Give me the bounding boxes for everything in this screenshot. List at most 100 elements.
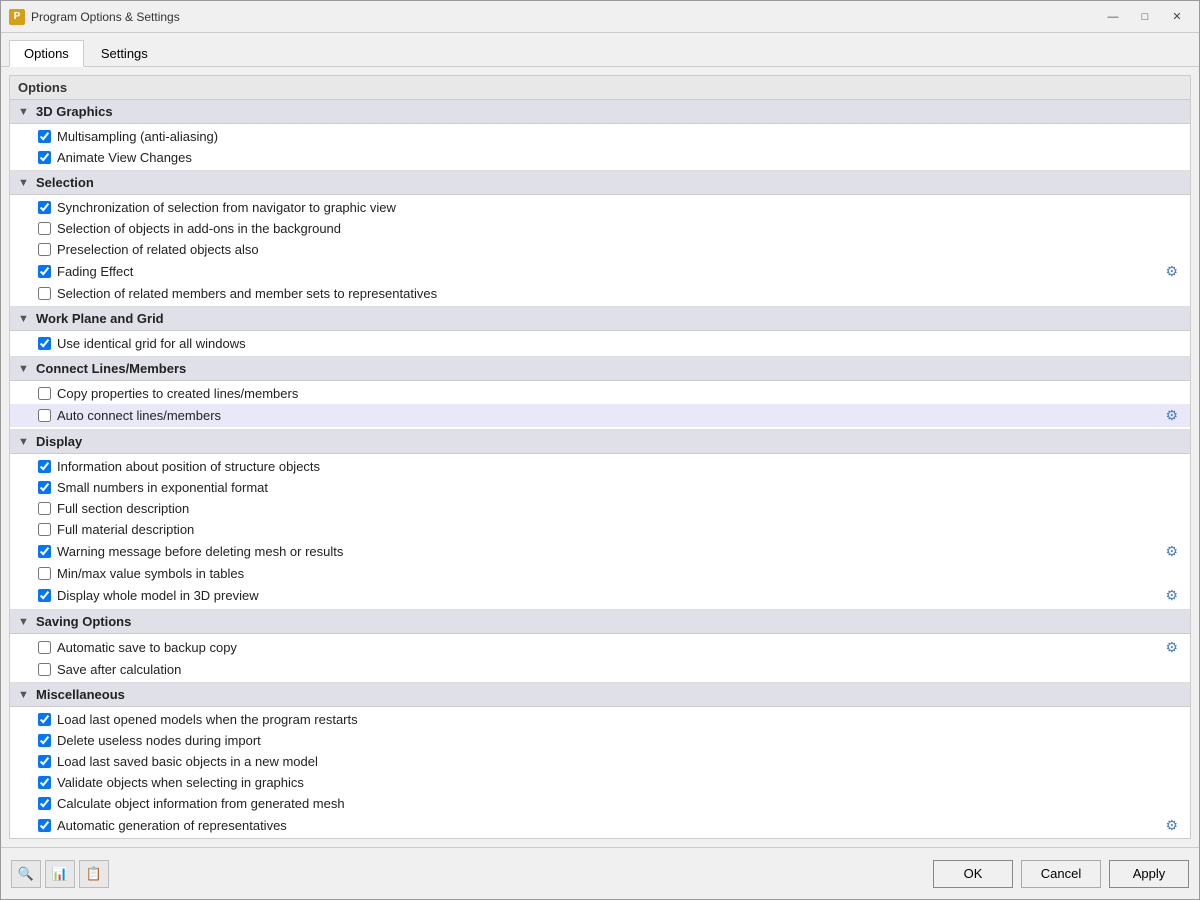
section-items-misc: Load last opened models when the program… — [10, 707, 1190, 839]
checkbox-validate-objects[interactable] — [38, 776, 51, 789]
section-label-3d: 3D Graphics — [36, 104, 113, 119]
option-copy-properties: Copy properties to created lines/members — [10, 383, 1190, 404]
checkbox-calc-object-info[interactable] — [38, 797, 51, 810]
tabs-bar: Options Settings — [1, 33, 1199, 67]
label-full-material: Full material description — [57, 522, 194, 537]
section-items-3d: Multisampling (anti-aliasing) Animate Vi… — [10, 124, 1190, 170]
label-small-numbers: Small numbers in exponential format — [57, 480, 268, 495]
gear-icon-auto-save[interactable]: ⚙ — [1157, 639, 1178, 656]
option-load-last-models: Load last opened models when the program… — [10, 709, 1190, 730]
checkbox-warning-message[interactable] — [38, 545, 51, 558]
label-auto-save: Automatic save to backup copy — [57, 640, 237, 655]
checkbox-animate-view[interactable] — [38, 151, 51, 164]
checkbox-delete-nodes[interactable] — [38, 734, 51, 747]
option-info-position: Information about position of structure … — [10, 456, 1190, 477]
tab-options[interactable]: Options — [9, 40, 84, 67]
section-label-work-plane: Work Plane and Grid — [36, 311, 164, 326]
label-select-addons: Selection of objects in add-ons in the b… — [57, 221, 341, 236]
option-auto-connect: Auto connect lines/members ⚙ — [10, 404, 1190, 427]
option-full-section: Full section description — [10, 498, 1190, 519]
checkbox-sync-selection[interactable] — [38, 201, 51, 214]
option-animate-view: Animate View Changes — [10, 147, 1190, 168]
section-selection: ▼ Selection Synchronization of selection… — [10, 171, 1190, 307]
section-header-saving[interactable]: ▼ Saving Options — [10, 610, 1190, 634]
copy-tool-button[interactable]: 📋 — [79, 860, 109, 888]
apply-button[interactable]: Apply — [1109, 860, 1189, 888]
section-header-miscellaneous[interactable]: ▼ Miscellaneous — [10, 683, 1190, 707]
checkbox-info-position[interactable] — [38, 460, 51, 473]
option-preselect-related: Preselection of related objects also — [10, 239, 1190, 260]
option-validate-objects: Validate objects when selecting in graph… — [10, 772, 1190, 793]
checkbox-full-section[interactable] — [38, 502, 51, 515]
label-copy-properties: Copy properties to created lines/members — [57, 386, 298, 401]
cancel-button[interactable]: Cancel — [1021, 860, 1101, 888]
checkbox-multisampling[interactable] — [38, 130, 51, 143]
section-display: ▼ Display Information about position of … — [10, 430, 1190, 610]
section-header-work-plane[interactable]: ▼ Work Plane and Grid — [10, 307, 1190, 331]
panel-header: Options — [10, 76, 1190, 100]
table-tool-button[interactable]: 📊 — [45, 860, 75, 888]
checkbox-select-members[interactable] — [38, 287, 51, 300]
option-select-addons: Selection of objects in add-ons in the b… — [10, 218, 1190, 239]
gear-icon-warning[interactable]: ⚙ — [1157, 543, 1178, 560]
gear-icon-auto-gen-reps[interactable]: ⚙ — [1157, 817, 1178, 834]
gear-icon-fading[interactable]: ⚙ — [1157, 263, 1178, 280]
checkbox-small-numbers[interactable] — [38, 481, 51, 494]
label-identical-grid: Use identical grid for all windows — [57, 336, 246, 351]
ok-button[interactable]: OK — [933, 860, 1013, 888]
checkbox-minmax-symbols[interactable] — [38, 567, 51, 580]
checkbox-load-last-models[interactable] — [38, 713, 51, 726]
checkbox-copy-properties[interactable] — [38, 387, 51, 400]
section-3d-graphics: ▼ 3D Graphics Multisampling (anti-aliasi… — [10, 100, 1190, 171]
checkbox-preselect-related[interactable] — [38, 243, 51, 256]
tab-settings[interactable]: Settings — [86, 40, 163, 67]
option-calc-object-info: Calculate object information from genera… — [10, 793, 1190, 814]
minimize-button[interactable]: — — [1099, 7, 1127, 27]
option-display-3d: Display whole model in 3D preview ⚙ — [10, 584, 1190, 607]
label-animate-view: Animate View Changes — [57, 150, 192, 165]
label-validate-objects: Validate objects when selecting in graph… — [57, 775, 304, 790]
section-header-display[interactable]: ▼ Display — [10, 430, 1190, 454]
main-content: Options ▼ 3D Graphics Multisampling (ant… — [1, 67, 1199, 847]
checkbox-fading-effect[interactable] — [38, 265, 51, 278]
section-header-selection[interactable]: ▼ Selection — [10, 171, 1190, 195]
checkbox-auto-gen-reps[interactable] — [38, 819, 51, 832]
label-auto-connect: Auto connect lines/members — [57, 408, 221, 423]
collapse-icon-selection: ▼ — [18, 177, 30, 189]
section-connect-lines: ▼ Connect Lines/Members Copy properties … — [10, 357, 1190, 430]
checkbox-full-material[interactable] — [38, 523, 51, 536]
label-preselect-related: Preselection of related objects also — [57, 242, 259, 257]
checkbox-identical-grid[interactable] — [38, 337, 51, 350]
option-multisampling: Multisampling (anti-aliasing) — [10, 126, 1190, 147]
search-tool-button[interactable]: 🔍 — [11, 860, 41, 888]
checkbox-select-addons[interactable] — [38, 222, 51, 235]
section-label-misc: Miscellaneous — [36, 687, 125, 702]
label-minmax-symbols: Min/max value symbols in tables — [57, 566, 244, 581]
label-load-last-models: Load last opened models when the program… — [57, 712, 358, 727]
label-fading-effect: Fading Effect — [57, 264, 133, 279]
gear-icon-display-3d[interactable]: ⚙ — [1157, 587, 1178, 604]
bottom-right-buttons: OK Cancel Apply — [933, 860, 1189, 888]
maximize-button[interactable]: □ — [1131, 7, 1159, 27]
label-sync-selection: Synchronization of selection from naviga… — [57, 200, 396, 215]
checkbox-load-basic[interactable] — [38, 755, 51, 768]
section-items-connect-lines: Copy properties to created lines/members… — [10, 381, 1190, 429]
close-button[interactable]: ✕ — [1163, 7, 1191, 27]
label-warning-message: Warning message before deleting mesh or … — [57, 544, 343, 559]
checkbox-auto-connect[interactable] — [38, 409, 51, 422]
option-sync-selection: Synchronization of selection from naviga… — [10, 197, 1190, 218]
window-title: Program Options & Settings — [31, 10, 1099, 24]
label-multisampling: Multisampling (anti-aliasing) — [57, 129, 218, 144]
option-select-members: Selection of related members and member … — [10, 283, 1190, 304]
checkbox-display-3d[interactable] — [38, 589, 51, 602]
section-saving-options: ▼ Saving Options Automatic save to backu… — [10, 610, 1190, 683]
option-full-material: Full material description — [10, 519, 1190, 540]
checkbox-auto-save[interactable] — [38, 641, 51, 654]
option-save-after-calc: Save after calculation — [10, 659, 1190, 680]
section-header-3d-graphics[interactable]: ▼ 3D Graphics — [10, 100, 1190, 124]
option-auto-save: Automatic save to backup copy ⚙ — [10, 636, 1190, 659]
collapse-icon-3d: ▼ — [18, 106, 30, 118]
checkbox-save-after-calc[interactable] — [38, 663, 51, 676]
gear-icon-auto-connect[interactable]: ⚙ — [1157, 407, 1178, 424]
section-header-connect-lines[interactable]: ▼ Connect Lines/Members — [10, 357, 1190, 381]
